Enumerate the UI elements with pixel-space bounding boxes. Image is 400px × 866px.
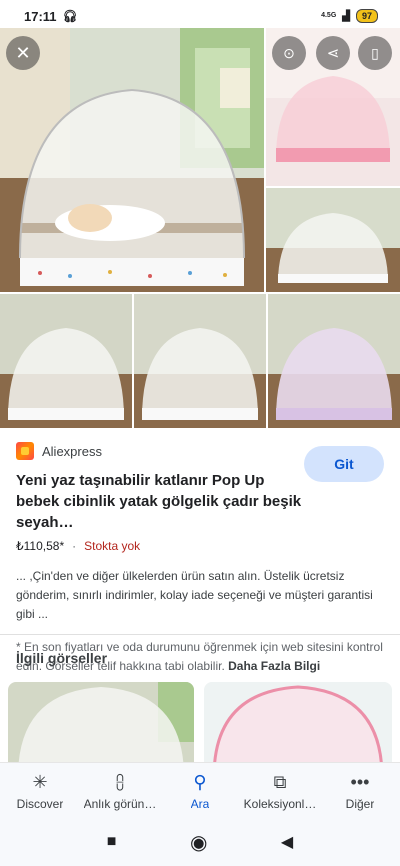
bookmark-icon[interactable]: ▯ (358, 36, 392, 70)
product-image-5[interactable] (134, 294, 266, 428)
updates-icon: ⩉ (115, 771, 125, 792)
nav-discover[interactable]: ✳ Discover (1, 771, 79, 811)
nav-label: Discover (16, 796, 64, 811)
home-button-icon[interactable]: ◉ (190, 830, 207, 855)
product-image-2[interactable]: ⊙ ⋖ ▯ (266, 28, 400, 186)
status-time: 17:11 (24, 8, 57, 24)
asterisk-icon: ✳ (32, 771, 48, 792)
related-images (0, 682, 400, 772)
nav-label: Diğer (345, 796, 375, 811)
source-name: Aliexpress (42, 443, 102, 459)
headphones-icon: 🎧︎ (62, 9, 78, 23)
result-description: ... ,Çin'den ve diğer ülkelerden ürün sa… (16, 569, 373, 621)
system-navigation: ■ ◉ ◀ (0, 818, 400, 866)
separator: · (72, 539, 77, 553)
close-icon[interactable]: ✕ (6, 36, 40, 70)
search-icon: ⚲ (193, 771, 207, 792)
nav-updates[interactable]: ⩉ Anlık görün… (81, 771, 159, 811)
signal-icon: ▟ (342, 10, 350, 22)
collections-icon: ⧉ (273, 771, 287, 792)
recents-button-icon[interactable]: ■ (107, 833, 117, 851)
product-image-3[interactable] (266, 188, 400, 292)
network-indicator: 4.5G (321, 12, 337, 19)
share-icon[interactable]: ⋖ (316, 36, 350, 70)
aliexpress-logo-icon (16, 442, 34, 460)
nav-search[interactable]: ⚲ Ara (161, 771, 239, 811)
nav-more[interactable]: ••• Diğer (321, 771, 399, 811)
related-images-title: İlgili görseller (16, 650, 108, 666)
page: 17:11 🎧︎ 4.5G ▟ 97 ✕ ⊙ ⋖ ▯ Aliexpress Gi… (0, 0, 400, 866)
product-image-4[interactable] (0, 294, 132, 428)
result-info: Aliexpress Git Yeni yaz taşınabilir katl… (0, 428, 400, 676)
nav-label: Koleksiyonl… (243, 796, 317, 811)
nav-label: Anlık görün… (83, 796, 157, 811)
back-button-icon[interactable]: ◀ (281, 832, 293, 852)
more-info-link[interactable]: Daha Fazla Bilgi (228, 659, 320, 673)
nav-collections[interactable]: ⧉ Koleksiyonl… (241, 771, 319, 811)
bottom-navigation: ✳ Discover ⩉ Anlık görün… ⚲ Ara ⧉ Koleks… (0, 762, 400, 818)
nav-label: Ara (190, 796, 210, 811)
go-button[interactable]: Git (304, 446, 384, 482)
main-product-image[interactable]: ✕ (0, 28, 264, 292)
battery-indicator: 97 (355, 9, 378, 23)
result-title[interactable]: Yeni yaz taşınabilir katlanır Pop Up beb… (16, 470, 306, 533)
related-image-1[interactable] (8, 682, 194, 772)
price: ₺110,58* (16, 539, 65, 553)
stock-status: Stokta yok (84, 539, 141, 553)
divider (0, 634, 400, 635)
price-row: ₺110,58* · Stokta yok (16, 539, 384, 553)
product-image-6[interactable] (268, 294, 400, 428)
image-grid: ✕ ⊙ ⋖ ▯ (0, 28, 400, 428)
lens-icon[interactable]: ⊙ (272, 36, 306, 70)
related-image-2[interactable] (204, 682, 392, 772)
more-icon: ••• (350, 771, 370, 792)
